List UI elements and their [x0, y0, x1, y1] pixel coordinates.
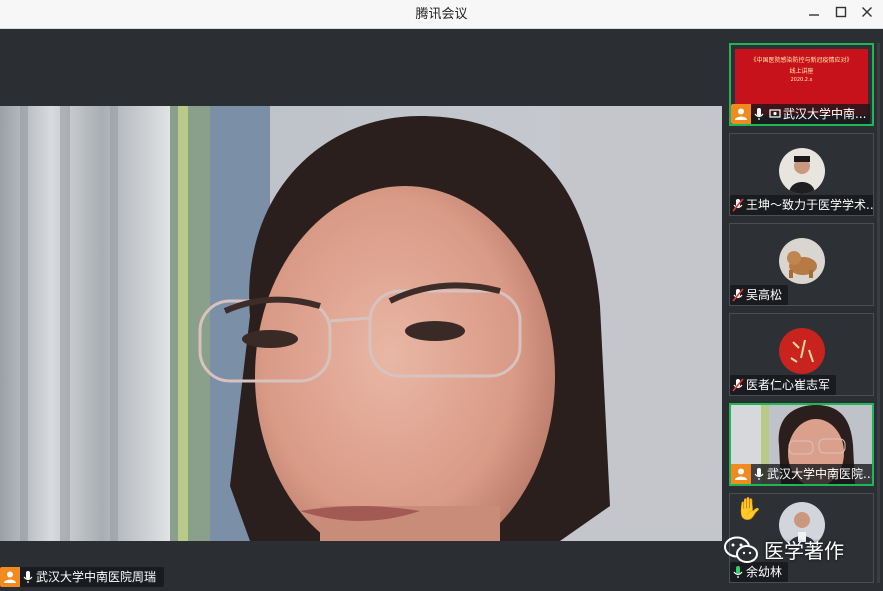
person-icon	[0, 567, 20, 587]
person-icon	[731, 104, 751, 124]
window-title: 腾讯会议	[415, 7, 468, 22]
microphone-icon	[20, 567, 36, 587]
minimize-icon	[809, 14, 819, 16]
slide-subtitle: 线上讲座	[789, 68, 814, 75]
slide-date: 2020.2.x	[790, 77, 813, 83]
watermark: 医学著作	[724, 535, 844, 564]
raised-hand-icon: ✋	[735, 497, 763, 522]
participant-tile[interactable]: 吴高松	[729, 223, 874, 306]
main-stage: 武汉大学中南医院周瑞	[0, 29, 722, 591]
main-video-feed[interactable]	[0, 106, 722, 541]
slide-title: 《中国医院感染防控与新冠疫情应对》	[750, 57, 853, 64]
participant-tile[interactable]: 医者仁心崔志军	[729, 313, 874, 396]
participant-name-tag: 王坤～致力于医学学术...	[730, 195, 874, 215]
participant-name: 余幼林	[746, 565, 783, 579]
microphone-muted-icon	[730, 195, 746, 215]
maximize-icon	[835, 6, 847, 18]
speaker-name: 武汉大学中南医院周瑞	[36, 570, 157, 584]
microphone-muted-icon	[730, 375, 746, 395]
microphone-icon	[751, 104, 767, 124]
participant-name: 吴高松	[746, 288, 783, 302]
participant-name-tag: 武汉大学中南...	[731, 104, 871, 124]
participant-name: 王坤～致力于医学学术...	[746, 198, 874, 212]
microphone-icon	[730, 562, 746, 582]
microphone-icon	[751, 464, 767, 484]
participant-tile[interactable]: 王坤～致力于医学学术...	[729, 133, 874, 216]
participant-name-tag: 吴高松	[730, 285, 789, 305]
watermark-text: 医学著作	[764, 539, 844, 563]
participant-name-tag: 医者仁心崔志军	[730, 375, 837, 395]
avatar	[778, 238, 825, 284]
wechat-icon	[724, 536, 758, 563]
participant-name-tag: 余幼林	[730, 562, 789, 582]
participant-name-tag: 武汉大学中南医院...	[731, 464, 874, 484]
microphone-muted-icon	[730, 285, 746, 305]
avatar	[778, 328, 825, 374]
close-icon	[862, 7, 872, 17]
avatar	[778, 148, 825, 194]
title-bar: 腾讯会议	[0, 0, 883, 29]
sidebar-scrollbar[interactable]	[877, 43, 880, 583]
person-icon	[731, 464, 751, 484]
participant-name: 武汉大学中南医院...	[767, 467, 874, 481]
participant-name: 医者仁心崔志军	[746, 378, 831, 392]
speaker-video-image	[0, 106, 722, 541]
maximize-button[interactable]	[830, 4, 852, 24]
minimize-button[interactable]	[803, 4, 825, 24]
participant-name: 武汉大学中南...	[783, 107, 867, 121]
participant-tile[interactable]: 武汉大学中南医院...	[729, 403, 874, 486]
participant-tile[interactable]: 《中国医院感染防控与新冠疫情应对》 线上讲座 2020.2.x 武汉大学中南..…	[729, 43, 874, 126]
close-button[interactable]	[856, 4, 878, 24]
main-video-name-tag: 武汉大学中南医院周瑞	[0, 567, 165, 587]
screen-share-icon	[767, 104, 783, 124]
